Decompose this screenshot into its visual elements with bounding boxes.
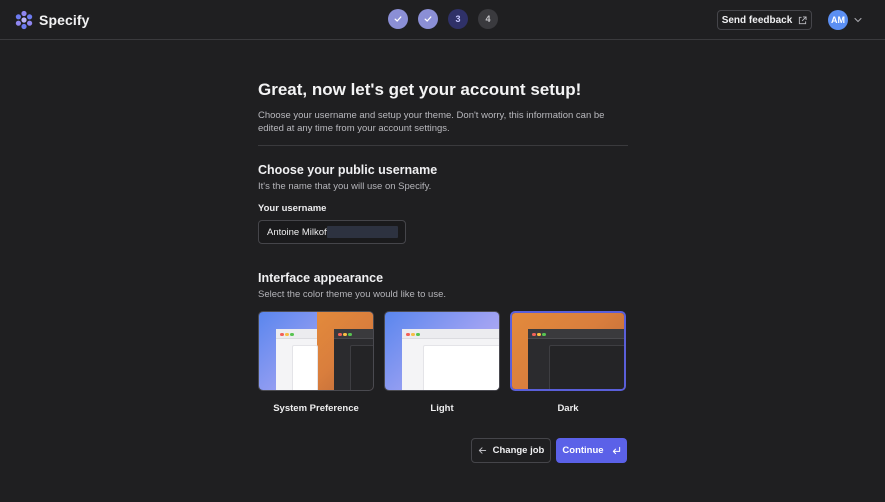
enter-icon	[612, 446, 620, 455]
send-feedback-button[interactable]: Send feedback	[717, 10, 812, 30]
change-job-button[interactable]: Change job	[471, 438, 551, 463]
chevron-down-icon[interactable]	[853, 15, 863, 25]
light-window-preview	[402, 329, 499, 390]
step-4: 4	[478, 9, 498, 29]
step-2	[418, 9, 438, 29]
appearance-section-subtitle: Select the color theme you would like to…	[258, 289, 446, 300]
check-icon	[394, 16, 402, 22]
theme-label-system[interactable]: System Preference	[258, 403, 374, 414]
brand[interactable]: Specify	[14, 9, 90, 31]
light-window-preview	[276, 329, 318, 390]
dark-window-preview	[334, 329, 373, 390]
intro: Great, now let's get your account setup!…	[258, 80, 628, 135]
stepper: 3 4	[388, 9, 498, 29]
theme-label-light[interactable]: Light	[384, 403, 500, 414]
check-icon	[424, 16, 432, 22]
username-section-title: Choose your public username	[258, 163, 438, 177]
page-description: Choose your username and setup your them…	[258, 110, 605, 134]
appearance-section-title: Interface appearance	[258, 271, 384, 285]
page-title: Great, now let's get your account setup!	[258, 80, 582, 99]
external-link-icon	[799, 15, 807, 24]
send-feedback-label: Send feedback	[721, 14, 793, 26]
step-3: 3	[448, 9, 468, 29]
continue-button[interactable]: Continue	[556, 438, 627, 463]
theme-label-dark[interactable]: Dark	[510, 403, 626, 414]
avatar[interactable]: AM	[828, 10, 848, 30]
dark-window-preview	[528, 329, 624, 389]
brand-name: Specify	[39, 12, 90, 28]
continue-label: Continue	[562, 445, 604, 456]
top-bar: Specify 3 4 Send feedback AM	[0, 0, 885, 40]
theme-card-light[interactable]	[384, 311, 500, 391]
divider	[258, 145, 628, 146]
theme-card-system[interactable]	[258, 311, 374, 391]
step-1	[388, 9, 408, 29]
username-field-label: Your username	[258, 203, 327, 214]
specify-logo-icon	[15, 10, 33, 30]
change-job-label: Change job	[492, 445, 545, 456]
username-section-subtitle: It's the name that you will use on Speci…	[258, 181, 432, 192]
text-selection-highlight	[327, 226, 398, 238]
theme-card-dark[interactable]	[510, 311, 626, 391]
arrow-left-icon	[478, 447, 486, 454]
